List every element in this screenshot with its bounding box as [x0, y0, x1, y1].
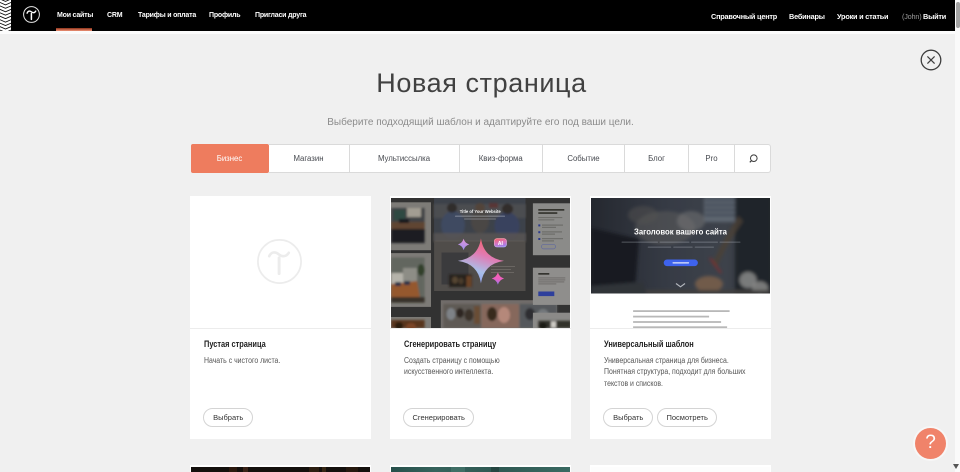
svg-text:Заголовок вашего сайта: Заголовок вашего сайта — [634, 227, 728, 236]
svg-text:Title of Your Website: Title of Your Website — [459, 209, 500, 214]
svg-text:AI: AI — [497, 241, 503, 247]
